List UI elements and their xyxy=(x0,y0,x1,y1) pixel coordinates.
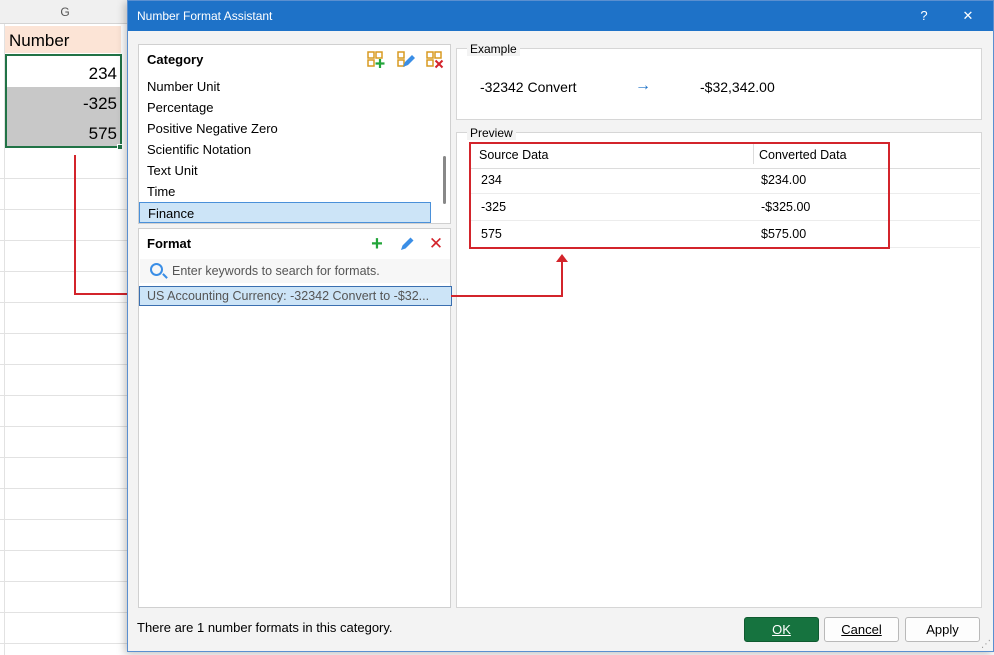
category-scrollbar[interactable] xyxy=(441,76,449,226)
add-category-icon[interactable] xyxy=(367,51,385,69)
annotation-line xyxy=(451,295,563,297)
annotation-line xyxy=(74,155,76,295)
column-header-g[interactable]: G xyxy=(0,0,130,24)
grid-line xyxy=(0,302,130,303)
category-list: Number Unit Percentage Positive Negative… xyxy=(139,76,441,223)
example-source: -32342 Convert xyxy=(480,79,577,95)
cell-selection-border xyxy=(5,54,122,148)
format-search-input[interactable]: Enter keywords to search for formats. xyxy=(140,259,450,283)
example-label: Example xyxy=(467,42,520,56)
category-item[interactable]: Scientific Notation xyxy=(139,139,441,160)
dialog-title: Number Format Assistant xyxy=(137,9,273,23)
grid-line xyxy=(0,612,130,613)
grid-line xyxy=(0,209,130,210)
grid-line xyxy=(0,488,130,489)
grid-line xyxy=(0,643,130,644)
grid-line xyxy=(0,271,130,272)
category-item[interactable]: Text Unit xyxy=(139,160,441,181)
grid-line xyxy=(0,519,130,520)
fill-handle[interactable] xyxy=(117,144,123,150)
grid-line xyxy=(0,178,130,179)
annotation-line xyxy=(561,262,563,297)
format-item-us-accounting[interactable]: US Accounting Currency: -32342 Convert t… xyxy=(139,286,452,306)
grid-line xyxy=(0,364,130,365)
category-item-finance[interactable]: Finance xyxy=(139,202,431,223)
category-item[interactable]: Number Unit xyxy=(139,76,441,97)
delete-format-icon[interactable]: ✕ xyxy=(427,235,445,253)
close-button[interactable]: ✕ xyxy=(948,1,988,31)
title-bar: Number Format Assistant xyxy=(128,1,993,31)
annotation-arrowhead xyxy=(556,254,568,262)
annotation-line xyxy=(74,293,134,295)
grid-line xyxy=(0,240,130,241)
grid-column-line xyxy=(4,24,5,655)
grid-line xyxy=(0,581,130,582)
grid-line xyxy=(0,395,130,396)
category-panel: Category Number Unit Percentage Positive… xyxy=(138,44,451,224)
grid-line xyxy=(0,333,130,334)
grid-line xyxy=(0,426,130,427)
search-placeholder: Enter keywords to search for formats. xyxy=(172,264,380,278)
search-icon xyxy=(150,263,163,276)
grid-line xyxy=(0,550,130,551)
scroll-thumb[interactable] xyxy=(443,156,446,204)
edit-category-icon[interactable] xyxy=(397,51,415,69)
arrow-right-icon: → xyxy=(635,77,651,94)
number-format-assistant-dialog: Number Format Assistant ? ✕ Category Num… xyxy=(127,0,994,652)
category-item[interactable]: Percentage xyxy=(139,97,441,118)
format-panel: Format + ✕ Enter keywords to search for … xyxy=(138,228,452,608)
example-result: -$32,342.00 xyxy=(700,79,775,95)
grid-line xyxy=(0,457,130,458)
add-format-icon[interactable]: + xyxy=(368,234,386,254)
category-item[interactable]: Positive Negative Zero xyxy=(139,118,441,139)
preview-label: Preview xyxy=(467,126,516,140)
spreadsheet-area: G Number 234 -325 575 xyxy=(0,0,130,655)
delete-category-icon[interactable] xyxy=(426,51,444,69)
category-item[interactable]: Time xyxy=(139,181,441,202)
edit-format-icon[interactable] xyxy=(398,235,416,253)
header-cell-number[interactable]: Number xyxy=(5,26,121,53)
preview-highlight-box xyxy=(469,142,890,249)
help-button[interactable]: ? xyxy=(904,1,944,31)
